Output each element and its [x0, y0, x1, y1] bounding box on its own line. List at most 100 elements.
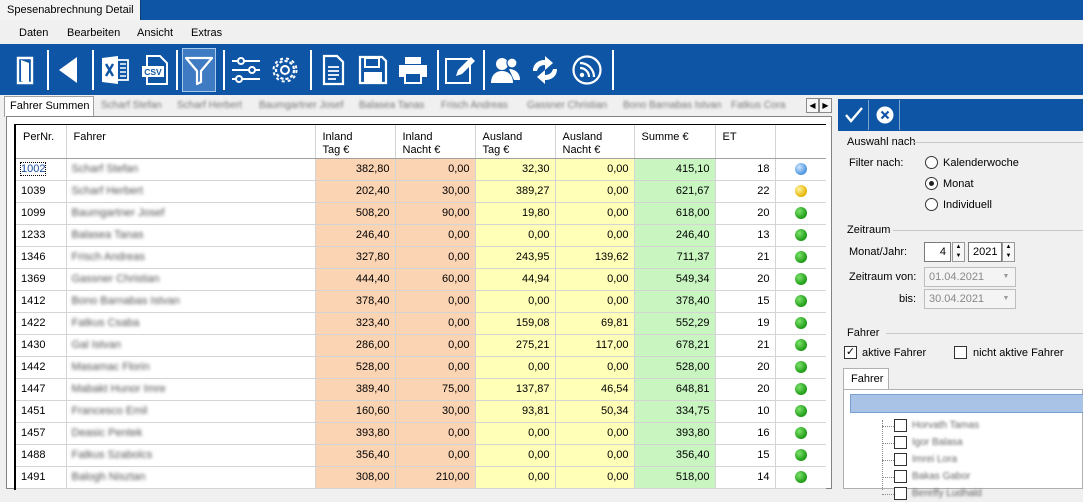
- year-spinner[interactable]: ▲ ▼: [1002, 242, 1015, 262]
- table-row[interactable]: 1346 Frisch Andreas 327,80 0,00 243,95 139,62…: [16, 246, 826, 269]
- cell-pernr[interactable]: 1442: [16, 356, 67, 379]
- cell-ausland-tag[interactable]: 19,80: [475, 202, 556, 225]
- cell-fahrer[interactable]: Gassner Christian: [66, 268, 316, 291]
- cell-inland-nacht[interactable]: 90,00: [395, 202, 476, 225]
- table-row[interactable]: 1233 Balasea Tanas 246,40 0,00 0,00 0,00 246,4…: [16, 224, 826, 247]
- cell-inland-tag[interactable]: 286,00: [315, 334, 396, 357]
- cell-et[interactable]: 21: [715, 246, 776, 269]
- cell-summe[interactable]: 415,10: [634, 158, 716, 181]
- cell-summe[interactable]: 552,29: [634, 312, 716, 335]
- cell-ausland-tag[interactable]: 137,87: [475, 378, 556, 401]
- tab-scroll-right-icon[interactable]: ▶: [819, 98, 832, 113]
- calendar-dropdown-icon[interactable]: ▼: [998, 290, 1014, 308]
- table-row[interactable]: 1369 Gassner Christian 444,40 60,00 44,94 0,0…: [16, 268, 826, 291]
- col-header-ausland-tag[interactable]: Ausland Tag €: [475, 125, 556, 159]
- cell-ausland-tag[interactable]: 32,30: [475, 158, 556, 181]
- cell-summe[interactable]: 356,40: [634, 444, 716, 467]
- cell-et[interactable]: 19: [715, 312, 776, 335]
- cell-summe[interactable]: 518,00: [634, 466, 716, 489]
- cell-et[interactable]: 22: [715, 180, 776, 203]
- csv-export-icon[interactable]: CSV: [138, 48, 172, 92]
- cell-inland-tag[interactable]: 308,00: [315, 466, 396, 489]
- cell-pernr[interactable]: 1447: [16, 378, 67, 401]
- col-header-summe[interactable]: Summe €: [634, 125, 716, 159]
- menu-ansicht[interactable]: Ansicht: [137, 27, 173, 39]
- table-row[interactable]: 1491 Balogh Nisztan 308,00 210,00 0,00 0,00 51…: [16, 466, 826, 489]
- cell-fahrer[interactable]: Balogh Nisztan: [66, 466, 316, 489]
- cell-inland-nacht[interactable]: 60,00: [395, 268, 476, 291]
- radio-monat[interactable]: [925, 177, 938, 190]
- cell-inland-nacht[interactable]: 0,00: [395, 422, 476, 445]
- cell-ausland-nacht[interactable]: 0,00: [555, 290, 635, 313]
- aktive-fahrer-label[interactable]: aktive Fahrer: [862, 347, 926, 359]
- table-row[interactable]: 1412 Bono Barnabas Istvan 378,40 0,00 0,00 0,…: [16, 290, 826, 313]
- menu-extras[interactable]: Extras: [191, 27, 222, 39]
- cell-fahrer[interactable]: Scharf Herbert: [66, 180, 316, 203]
- table-row[interactable]: 1457 Deasic Pentek 393,80 0,00 0,00 0,00 393,8…: [16, 422, 826, 445]
- cell-ausland-nacht[interactable]: 0,00: [555, 466, 635, 489]
- cell-fahrer[interactable]: Mabakt Hunor Imre: [66, 378, 316, 401]
- cell-summe[interactable]: 678,21: [634, 334, 716, 357]
- cell-fahrer[interactable]: Francesco Emil: [66, 400, 316, 423]
- month-spinner[interactable]: ▲ ▼: [952, 242, 965, 262]
- radio-individuell[interactable]: [925, 198, 938, 211]
- table-row[interactable]: 1447 Mabakt Hunor Imre 389,40 75,00 137,87 46…: [16, 378, 826, 401]
- cell-summe[interactable]: 621,67: [634, 180, 716, 203]
- cell-ausland-tag[interactable]: 44,94: [475, 268, 556, 291]
- tab-driver[interactable]: Baumgartner Josef: [254, 97, 354, 116]
- col-header-fahrer[interactable]: Fahrer: [66, 125, 316, 159]
- tab-driver[interactable]: Fatkus Cora: [726, 97, 806, 116]
- cell-inland-nacht[interactable]: 30,00: [395, 180, 476, 203]
- cell-inland-tag[interactable]: 323,40: [315, 312, 396, 335]
- col-header-pernr[interactable]: PerNr.: [16, 125, 67, 159]
- cell-et[interactable]: 14: [715, 466, 776, 489]
- col-header-ausland-nacht[interactable]: Ausland Nacht €: [555, 125, 635, 159]
- cell-ausland-nacht[interactable]: 0,00: [555, 422, 635, 445]
- cell-et[interactable]: 20: [715, 356, 776, 379]
- cell-et[interactable]: 13: [715, 224, 776, 247]
- tab-driver[interactable]: Bono Barnabas Istvan: [618, 97, 726, 116]
- tree-item-checkbox[interactable]: [894, 470, 907, 483]
- cell-ausland-tag[interactable]: 243,95: [475, 246, 556, 269]
- cell-inland-tag[interactable]: 202,40: [315, 180, 396, 203]
- cell-summe[interactable]: 246,40: [634, 224, 716, 247]
- tree-item-checkbox[interactable]: [894, 436, 907, 449]
- cell-ausland-nacht[interactable]: 0,00: [555, 444, 635, 467]
- tree-item-checkbox[interactable]: [894, 419, 907, 432]
- cell-inland-tag[interactable]: 246,40: [315, 224, 396, 247]
- table-row[interactable]: 1002 Scharf Stefan 382,80 0,00 32,30 0,00 415,…: [16, 158, 826, 181]
- menu-bearbeiten[interactable]: Bearbeiten: [67, 27, 120, 39]
- cell-ausland-tag[interactable]: 0,00: [475, 444, 556, 467]
- cell-inland-tag[interactable]: 356,40: [315, 444, 396, 467]
- tab-scroll-left-icon[interactable]: ◀: [806, 98, 819, 113]
- col-header-et[interactable]: ET: [715, 125, 776, 159]
- cell-ausland-tag[interactable]: 93,81: [475, 400, 556, 423]
- cell-ausland-tag[interactable]: 159,08: [475, 312, 556, 335]
- cell-summe[interactable]: 549,34: [634, 268, 716, 291]
- tab-driver[interactable]: Scharf Stefan: [96, 97, 172, 116]
- cell-ausland-nacht[interactable]: 0,00: [555, 202, 635, 225]
- cell-fahrer[interactable]: Baumgartner Josef: [66, 202, 316, 225]
- cell-pernr[interactable]: 1002: [16, 158, 67, 181]
- cell-ausland-nacht[interactable]: 69,81: [555, 312, 635, 335]
- excel-export-icon[interactable]: [98, 48, 132, 92]
- cell-inland-nacht[interactable]: 210,00: [395, 466, 476, 489]
- cell-summe[interactable]: 378,40: [634, 290, 716, 313]
- cell-et[interactable]: 16: [715, 422, 776, 445]
- cell-pernr[interactable]: 1099: [16, 202, 67, 225]
- cell-ausland-tag[interactable]: 389,27: [475, 180, 556, 203]
- cell-pernr[interactable]: 1039: [16, 180, 67, 203]
- users-icon[interactable]: [489, 48, 523, 92]
- cell-et[interactable]: 18: [715, 158, 776, 181]
- cell-fahrer[interactable]: Scharf Stefan: [66, 158, 316, 181]
- radio-kalenderwoche[interactable]: [925, 156, 938, 169]
- cell-ausland-nacht[interactable]: 0,00: [555, 158, 635, 181]
- cell-et[interactable]: 21: [715, 334, 776, 357]
- cell-pernr[interactable]: 1412: [16, 290, 67, 313]
- cell-inland-tag[interactable]: 327,80: [315, 246, 396, 269]
- filter-icon[interactable]: [182, 48, 216, 92]
- cell-inland-nacht[interactable]: 0,00: [395, 246, 476, 269]
- cell-pernr[interactable]: 1491: [16, 466, 67, 489]
- cell-pernr[interactable]: 1422: [16, 312, 67, 335]
- cell-fahrer[interactable]: Fatkus Csaba: [66, 312, 316, 335]
